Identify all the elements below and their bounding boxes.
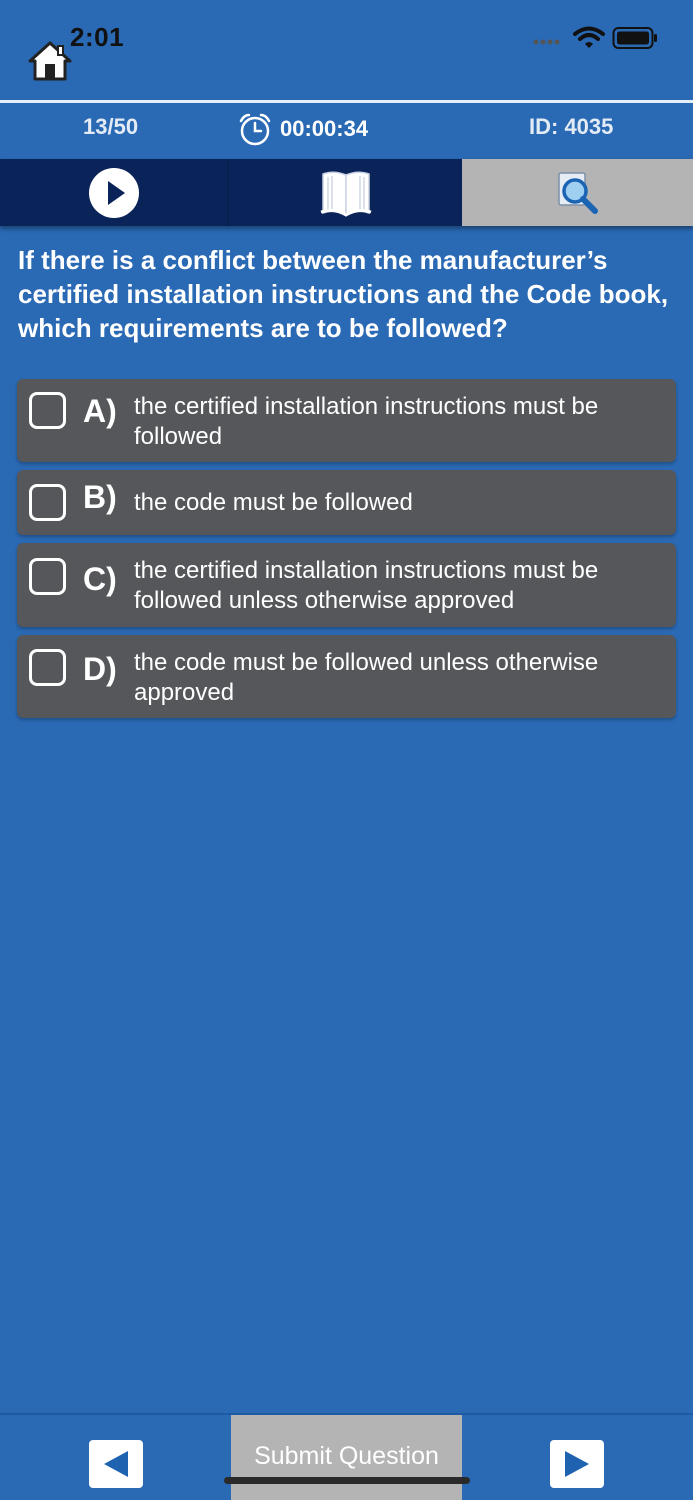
option-a[interactable]: A) the certified installation instructio… (17, 379, 676, 462)
option-c-letter: C) (83, 561, 117, 597)
tab-search[interactable] (462, 159, 693, 226)
option-d-letter: D) (83, 651, 117, 687)
tab-bar (0, 159, 693, 226)
option-d-checkbox[interactable] (29, 649, 66, 686)
option-c[interactable]: C) the certified installation instructio… (17, 543, 676, 627)
home-icon[interactable] (28, 40, 72, 82)
previous-question-button[interactable] (89, 1440, 143, 1488)
option-b-letter: B) (83, 479, 117, 515)
magnifier-icon (557, 171, 598, 214)
tab-book[interactable] (229, 159, 462, 226)
submit-question-button[interactable]: Submit Question (231, 1415, 462, 1500)
home-indicator (224, 1477, 470, 1484)
book-icon (320, 171, 371, 217)
option-c-text: the certified installation instructions … (134, 557, 599, 614)
option-c-checkbox[interactable] (29, 558, 66, 595)
option-d[interactable]: D) the code must be followed unless othe… (17, 635, 676, 718)
option-d-text: the code must be followed unless otherwi… (134, 649, 599, 706)
right-arrow-icon (565, 1451, 589, 1477)
timer: 00:00:34 (238, 111, 368, 147)
alarm-clock-icon (239, 113, 271, 146)
wifi-icon (573, 26, 605, 48)
question-id: ID: 4035 (529, 114, 614, 139)
question-text: If there is a conflict between the manuf… (18, 245, 669, 343)
header-divider (0, 100, 693, 103)
option-a-checkbox[interactable] (29, 392, 66, 429)
option-b[interactable]: B) the code must be followed (17, 470, 676, 535)
play-icon (88, 167, 139, 218)
left-arrow-icon (104, 1451, 128, 1477)
next-question-button[interactable] (550, 1440, 604, 1488)
option-b-checkbox[interactable] (29, 484, 66, 521)
option-a-letter: A) (83, 393, 117, 429)
option-a-text: the certified installation instructions … (134, 393, 599, 450)
question-progress: 13/50 (83, 114, 139, 139)
submit-question-label: Submit Question (254, 1442, 439, 1470)
tab-play[interactable] (0, 159, 229, 226)
signal-dots-icon (533, 39, 560, 45)
battery-icon (612, 27, 657, 49)
option-b-text: the code must be followed (134, 489, 413, 516)
timer-value: 00:00:34 (280, 116, 369, 141)
status-time: 2:01 (70, 22, 125, 52)
